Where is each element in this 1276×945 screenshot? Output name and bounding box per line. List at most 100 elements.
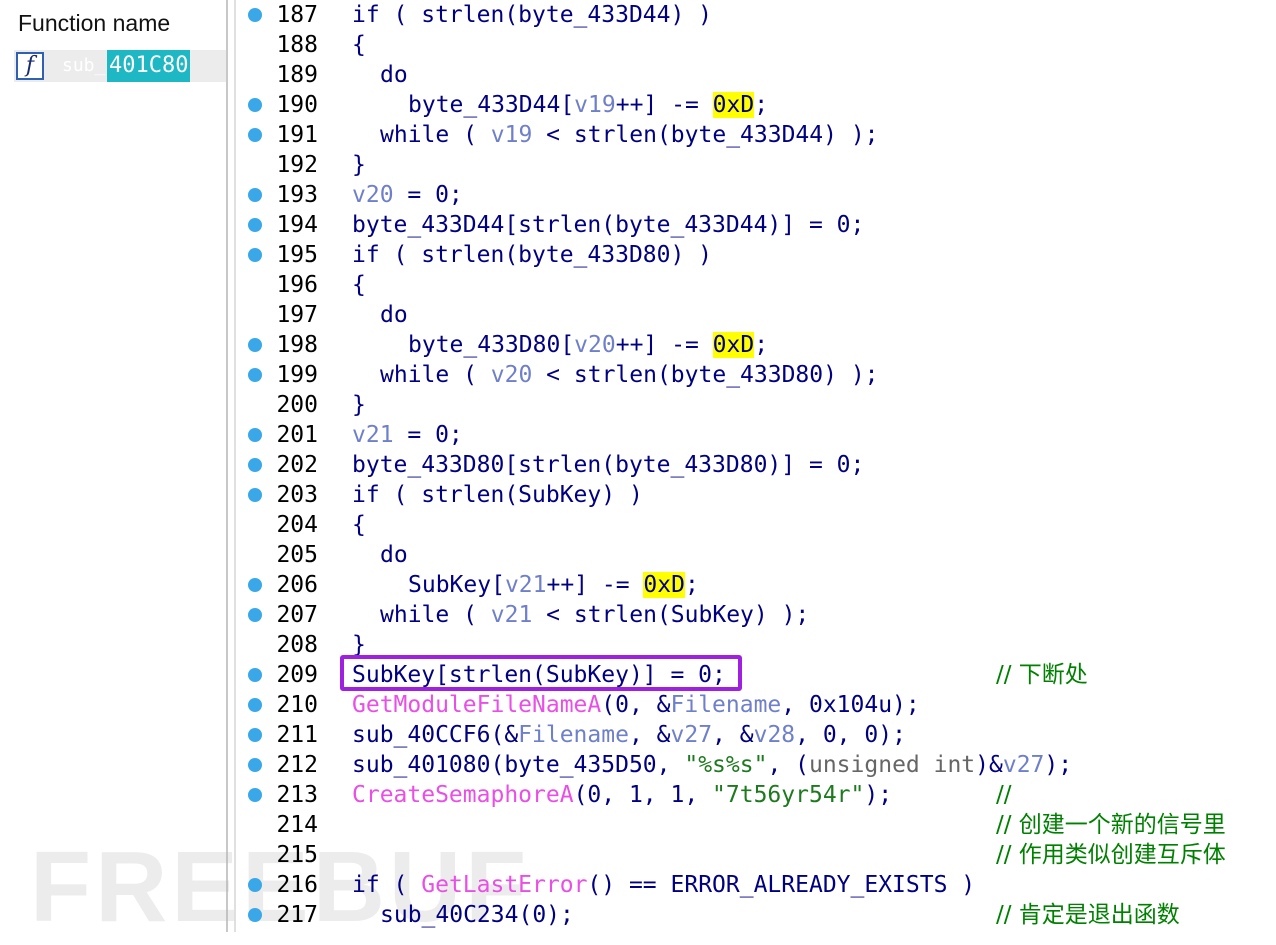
code-line[interactable]: 207 while ( v21 < strlen(SubKey) ); xyxy=(0,600,1276,630)
code-line[interactable]: 217 sub_40C234(0); // 肯定是退出函数 xyxy=(0,900,1276,930)
code-line[interactable]: 206 SubKey[v21++] -= 0xD; xyxy=(0,570,1276,600)
code-line[interactable]: 190 byte_433D44[v19++] -= 0xD; xyxy=(0,90,1276,120)
breakpoint-dot-icon[interactable] xyxy=(248,668,262,682)
code-token: 0xD xyxy=(643,572,685,598)
code-token: byte_433D80[ xyxy=(408,332,575,358)
breakpoint-dot-icon[interactable] xyxy=(248,608,262,622)
code-line[interactable]: 205 do xyxy=(0,540,1276,570)
breakpoint-dot-icon[interactable] xyxy=(248,578,262,592)
code-line[interactable]: 188 { xyxy=(0,30,1276,60)
code-token: sub_401080(byte_435D50, xyxy=(352,752,685,778)
breakpoint-dot-icon[interactable] xyxy=(248,218,262,232)
breakpoint-dot-icon[interactable] xyxy=(248,98,262,112)
code-token: v20 xyxy=(490,362,533,388)
line-number: 187 xyxy=(276,2,318,28)
code-token: } xyxy=(352,392,366,418)
code-comment: // xyxy=(996,782,1012,808)
code-line[interactable]: 212 sub_401080(byte_435D50, "%s%s", (unsi… xyxy=(0,750,1276,780)
code-line[interactable]: 197 do xyxy=(0,300,1276,330)
code-token: v21 xyxy=(352,422,394,448)
code-line[interactable]: 194 byte_433D44[strlen(byte_433D44)] = 0; xyxy=(0,210,1276,240)
code-text: do xyxy=(380,60,408,90)
breakpoint-dot-icon[interactable] xyxy=(248,248,262,262)
code-line[interactable]: 195 if ( strlen(byte_433D80) ) xyxy=(0,240,1276,270)
breakpoint-dot-icon[interactable] xyxy=(248,368,262,382)
line-number: 202 xyxy=(276,452,318,478)
code-text: if ( GetLastError() == ERROR_ALREADY_EXI… xyxy=(352,870,975,900)
breakpoint-dot-icon[interactable] xyxy=(248,728,262,742)
breakpoint-dot-icon[interactable] xyxy=(248,908,262,922)
line-number: 189 xyxy=(276,62,318,88)
breakpoint-dot-icon[interactable] xyxy=(248,428,262,442)
code-line[interactable]: 198 byte_433D80[v20++] -= 0xD; xyxy=(0,330,1276,360)
line-number: 211 xyxy=(276,722,318,748)
breakpoint-dot-icon[interactable] xyxy=(248,488,262,502)
line-number: 207 xyxy=(276,602,318,628)
breakpoint-dot-icon[interactable] xyxy=(248,698,262,712)
code-comment: // 下断处 xyxy=(996,662,1088,688)
code-token: if ( strlen(SubKey) ) xyxy=(352,482,643,508)
code-text: sub_40CCF6(&Filename, &v27, &v28, 0, 0); xyxy=(352,720,906,750)
code-line[interactable]: 199 while ( v20 < strlen(byte_433D80) ); xyxy=(0,360,1276,390)
code-token: )& xyxy=(975,752,1003,778)
breakpoint-dot-icon[interactable] xyxy=(248,128,262,142)
code-token: , 0, 0); xyxy=(795,722,906,748)
code-line[interactable]: 203 if ( strlen(SubKey) ) xyxy=(0,480,1276,510)
code-token: , ( xyxy=(767,752,809,778)
line-number: 192 xyxy=(276,152,318,178)
code-line[interactable]: 200} xyxy=(0,390,1276,420)
code-line[interactable]: 192} xyxy=(0,150,1276,180)
code-line[interactable]: 210 GetModuleFileNameA(0, &Filename, 0x10… xyxy=(0,690,1276,720)
code-line[interactable]: 204 { xyxy=(0,510,1276,540)
line-number: 203 xyxy=(276,482,318,508)
code-text: if ( strlen(byte_433D44) ) xyxy=(352,0,712,30)
code-line[interactable]: 216 if ( GetLastError() == ERROR_ALREADY_… xyxy=(0,870,1276,900)
code-line[interactable]: 187 if ( strlen(byte_433D44) ) xyxy=(0,0,1276,30)
code-text: byte_433D80[v20++] -= 0xD; xyxy=(408,330,768,360)
code-token: do xyxy=(380,62,408,88)
breakpoint-dot-icon[interactable] xyxy=(248,758,262,772)
breakpoint-dot-icon[interactable] xyxy=(248,188,262,202)
code-token: , & xyxy=(628,722,671,748)
line-number: 191 xyxy=(276,122,318,148)
code-token: 0xD xyxy=(712,332,755,358)
breakpoint-dot-icon[interactable] xyxy=(248,788,262,802)
line-number: 205 xyxy=(276,542,318,568)
code-text: if ( strlen(byte_433D80) ) xyxy=(352,240,712,270)
code-token: ++] -= xyxy=(615,92,713,118)
breakpoint-dot-icon[interactable] xyxy=(248,338,262,352)
code-text: SubKey[v21++] -= 0xD; xyxy=(408,570,699,600)
code-token: byte_433D80[strlen(byte_433D80)] = 0; xyxy=(352,452,865,478)
code-text: { xyxy=(352,270,366,300)
code-line[interactable]: 214 // 创建一个新的信号里 xyxy=(0,810,1276,840)
code-line[interactable]: 196 { xyxy=(0,270,1276,300)
code-text: GetModuleFileNameA(0, &Filename, 0x104u)… xyxy=(352,690,920,720)
code-line[interactable]: 189 do xyxy=(0,60,1276,90)
code-text: do xyxy=(380,540,408,570)
code-token: do xyxy=(380,302,408,328)
code-line[interactable]: 213 CreateSemaphoreA(0, 1, 1, "7t56yr54r"… xyxy=(0,780,1276,810)
breakpoint-dot-icon[interactable] xyxy=(248,458,262,472)
line-number: 216 xyxy=(276,872,318,898)
code-token: = 0; xyxy=(393,182,463,208)
line-number: 188 xyxy=(276,32,318,58)
code-line[interactable]: 215 // 作用类似创建互斥体 xyxy=(0,840,1276,870)
code-line[interactable]: 193 v20 = 0; xyxy=(0,180,1276,210)
code-text: v20 = 0; xyxy=(352,180,463,210)
breakpoint-dot-icon[interactable] xyxy=(248,878,262,892)
code-token: ); xyxy=(864,782,893,808)
code-text: byte_433D44[strlen(byte_433D44)] = 0; xyxy=(352,210,864,240)
code-text: } xyxy=(352,390,366,420)
line-number: 214 xyxy=(276,812,318,838)
code-token: v20 xyxy=(352,182,394,208)
code-token: v27 xyxy=(1002,752,1045,778)
code-line[interactable]: 202 byte_433D80[strlen(byte_433D80)] = 0; xyxy=(0,450,1276,480)
code-line[interactable]: 201 v21 = 0; xyxy=(0,420,1276,450)
line-number: 206 xyxy=(276,572,318,598)
code-line[interactable]: 191 while ( v19 < strlen(byte_433D44) ); xyxy=(0,120,1276,150)
code-token: v20 xyxy=(574,332,616,358)
breakpoint-dot-icon[interactable] xyxy=(248,8,262,22)
code-token: , & xyxy=(712,722,754,748)
code-line[interactable]: 211 sub_40CCF6(&Filename, &v27, &v28, 0, … xyxy=(0,720,1276,750)
code-token: GetLastError xyxy=(421,872,588,898)
